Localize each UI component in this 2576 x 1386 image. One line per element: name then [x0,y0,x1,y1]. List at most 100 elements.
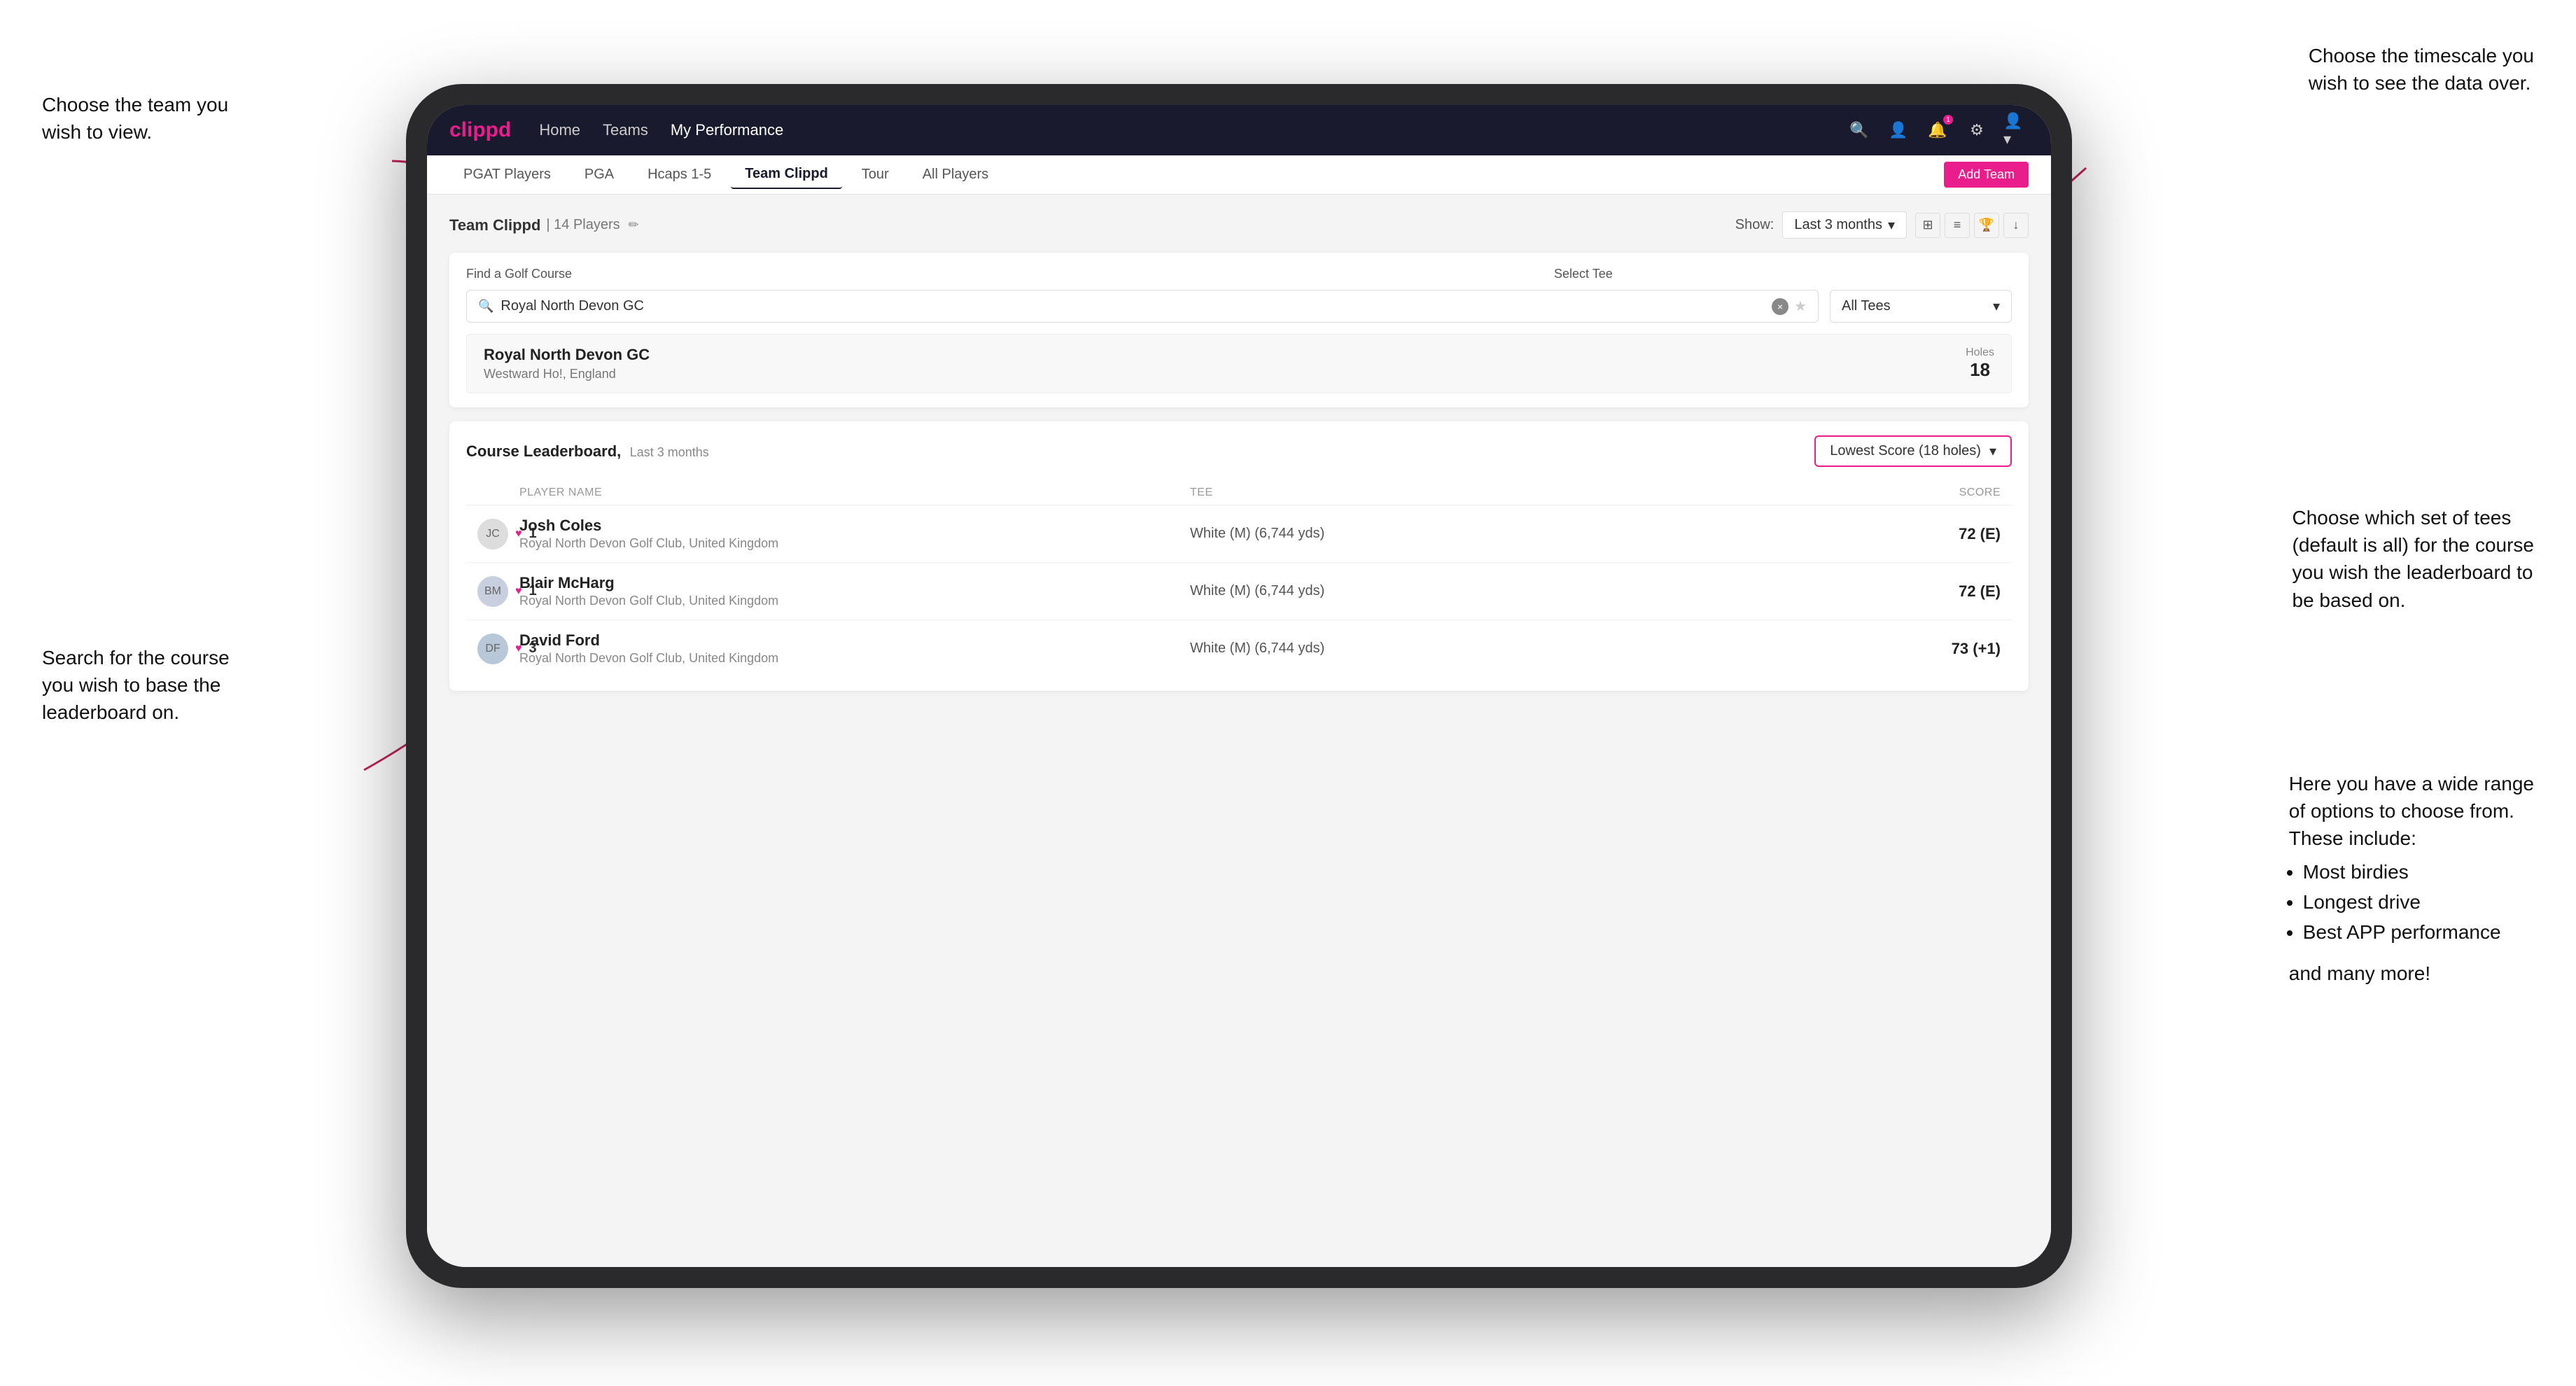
avatar-1: JC [477,519,508,550]
leaderboard-table: PLAYER NAME TEE SCORE JC ♥ 1 [466,481,2012,677]
grid-view-button[interactable]: ⊞ [1915,213,1940,238]
score-cell-3: 73 (+1) [1861,640,2001,658]
tee-cell-2: White (M) (6,744 yds) [1190,583,1861,599]
edit-team-icon[interactable]: ✏ [629,218,639,232]
app-container: clippd Home Teams My Performance 🔍 👤 🔔 1… [427,105,2051,1267]
table-row: JC ♥ 1 Josh Coles Royal North Devon Golf… [466,505,2012,563]
avatar-3: DF [477,634,508,664]
leaderboard-title: Course Leaderboard, [466,442,621,460]
subnav-pga[interactable]: PGA [570,161,628,188]
list-view-button[interactable]: ≡ [1945,213,1970,238]
search-icon: 🔍 [478,299,493,314]
show-controls: Show: Last 3 months ▾ ⊞ ≡ 🏆 ↓ [1735,211,2029,239]
trophy-view-button[interactable]: 🏆 [1974,213,1999,238]
annotation-timescale: Choose the timescale youwish to see the … [2309,42,2534,97]
rank-cell-3: DF ♥ 3 [477,634,519,664]
search-star-icon[interactable]: ★ [1794,298,1807,315]
profile-icon-button[interactable]: 👤▾ [2003,118,2029,143]
tee-chevron-icon: ▾ [1993,298,2000,315]
annotation-team-choice: Choose the team you wish to view. [42,91,266,146]
select-tee-label: Select Tee [1554,267,2012,281]
search-clear-button[interactable]: × [1772,298,1788,315]
user-icon-button[interactable]: 👤 [1886,118,1911,143]
leaderboard-header: Course Leaderboard, Last 3 months Lowest… [466,435,2012,467]
view-icons: ⊞ ≡ 🏆 ↓ [1915,213,2029,238]
annotation-course-search: Search for the courseyou wish to base th… [42,644,230,727]
col-header-rank [477,486,519,499]
show-period-dropdown[interactable]: Last 3 months ▾ [1782,211,1907,239]
score-type-dropdown[interactable]: Lowest Score (18 holes) ▾ [1814,435,2012,467]
subnav-team-clippd[interactable]: Team Clippd [731,160,842,189]
score-cell-1: 72 (E) [1861,525,2001,543]
search-input-text: Royal North Devon GC [500,298,1772,314]
top-nav: clippd Home Teams My Performance 🔍 👤 🔔 1… [427,105,2051,155]
course-result: Royal North Devon GC Westward Ho!, Engla… [466,334,2012,393]
search-labels: Find a Golf Course Select Tee [466,267,2012,281]
course-location: Westward Ho!, England [484,367,650,382]
course-info: Royal North Devon GC Westward Ho!, Engla… [484,346,650,382]
show-label: Show: [1735,217,1774,233]
table-row: BM ♥ 1 Blair McHarg Royal North Devon Go… [466,563,2012,620]
course-name: Royal North Devon GC [484,346,650,364]
nav-teams[interactable]: Teams [603,121,648,139]
settings-icon-button[interactable]: ⚙ [1964,118,1989,143]
app-logo: clippd [449,118,511,142]
annotation-tees: Choose which set of tees(default is all)… [2292,504,2535,614]
search-row: 🔍 Royal North Devon GC × ★ All Tees ▾ [466,290,2012,323]
nav-links: Home Teams My Performance [539,121,1847,139]
player-cell-1: Josh Coles Royal North Devon Golf Club, … [519,517,1190,551]
col-header-tee: TEE [1190,486,1861,499]
download-button[interactable]: ↓ [2003,213,2029,238]
search-card: Find a Golf Course Select Tee 🔍 Royal No… [449,253,2029,407]
tablet-screen: clippd Home Teams My Performance 🔍 👤 🔔 1… [427,105,2051,1267]
rank-cell-2: BM ♥ 1 [477,576,519,607]
chevron-down-icon: ▾ [1888,216,1895,234]
team-title: Team Clippd [449,216,540,234]
rank-cell-1: JC ♥ 1 [477,519,519,550]
find-course-label: Find a Golf Course [466,267,924,281]
tee-select-dropdown[interactable]: All Tees ▾ [1830,290,2012,323]
player-name-1: Josh Coles [519,517,1190,535]
leaderboard-card: Course Leaderboard, Last 3 months Lowest… [449,421,2029,691]
score-cell-2: 72 (E) [1861,582,2001,601]
player-name-3: David Ford [519,631,1190,650]
holes-label: Holes [1966,346,1994,359]
notification-icon-button[interactable]: 🔔 1 [1925,118,1950,143]
tee-cell-1: White (M) (6,744 yds) [1190,526,1861,542]
table-row: DF ♥ 3 David Ford Royal North Devon Golf… [466,620,2012,677]
avatar-2: BM [477,576,508,607]
nav-home[interactable]: Home [539,121,580,139]
player-club-1: Royal North Devon Golf Club, United King… [519,536,1190,551]
search-icon-button[interactable]: 🔍 [1847,118,1872,143]
score-chevron-icon: ▾ [1989,442,1996,460]
content-area: Team Clippd | 14 Players ✏ Show: Last 3 … [427,195,2051,1267]
add-team-button[interactable]: Add Team [1944,162,2029,188]
subnav-pgat-players[interactable]: PGAT Players [449,161,565,188]
player-name-2: Blair McHarg [519,574,1190,592]
player-club-2: Royal North Devon Golf Club, United King… [519,594,1190,608]
leaderboard-subtitle: Last 3 months [630,445,709,459]
player-club-3: Royal North Devon Golf Club, United King… [519,651,1190,666]
tee-cell-3: White (M) (6,744 yds) [1190,640,1861,657]
table-header-row: PLAYER NAME TEE SCORE [466,481,2012,505]
nav-icons: 🔍 👤 🔔 1 ⚙ 👤▾ [1847,118,2029,143]
holes-badge: Holes 18 [1966,346,1994,381]
sub-nav: PGAT Players PGA Hcaps 1-5 Team Clippd T… [427,155,2051,195]
leaderboard-title-group: Course Leaderboard, Last 3 months [466,442,709,461]
team-header: Team Clippd | 14 Players ✏ Show: Last 3 … [449,211,2029,239]
holes-number: 18 [1966,359,1994,381]
col-header-score: SCORE [1861,486,2001,499]
subnav-hcaps[interactable]: Hcaps 1-5 [634,161,725,188]
subnav-tour[interactable]: Tour [848,161,903,188]
player-cell-3: David Ford Royal North Devon Golf Club, … [519,631,1190,666]
options-list: Most birdies Longest drive Best APP perf… [2289,858,2534,946]
subnav-all-players[interactable]: All Players [909,161,1002,188]
team-count: | 14 Players [546,217,620,233]
course-search-input[interactable]: 🔍 Royal North Devon GC × ★ [466,290,1819,323]
col-header-player: PLAYER NAME [519,486,1190,499]
nav-my-performance[interactable]: My Performance [671,121,783,139]
notification-badge: 1 [1943,115,1953,125]
annotation-options: Here you have a wide rangeof options to … [2289,770,2534,987]
tablet-frame: clippd Home Teams My Performance 🔍 👤 🔔 1… [406,84,2072,1288]
player-cell-2: Blair McHarg Royal North Devon Golf Club… [519,574,1190,608]
